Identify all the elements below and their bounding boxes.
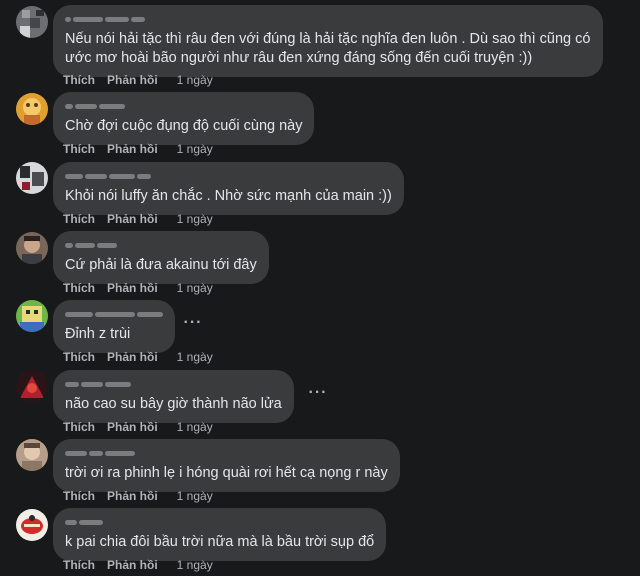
author-name-redacted[interactable]: [65, 239, 257, 251]
comment-actions: Thích Phản hồi 1 ngày: [63, 558, 213, 572]
comment-text: Đỉnh z trùi: [65, 326, 131, 342]
comment-actions: Thích Phản hồi 1 ngày: [63, 489, 213, 503]
reply-button[interactable]: Phản hồi: [107, 489, 158, 503]
reply-button[interactable]: Phản hồi: [107, 281, 158, 295]
like-button[interactable]: Thích: [63, 73, 95, 87]
comment-time[interactable]: 1 ngày: [177, 281, 213, 295]
comment-actions: Thích Phản hồi 1 ngày: [63, 350, 213, 364]
like-button[interactable]: Thích: [63, 558, 95, 572]
reply-button[interactable]: Phản hồi: [107, 350, 158, 364]
author-name-redacted[interactable]: [65, 447, 388, 459]
avatar[interactable]: [16, 93, 48, 125]
avatar[interactable]: [16, 162, 48, 194]
comment-time[interactable]: 1 ngày: [177, 489, 213, 503]
comment-bubble: k pai chia đôi bầu trời nữa mà là bầu tr…: [53, 508, 387, 561]
comment-time[interactable]: 1 ngày: [177, 420, 213, 434]
comment-time[interactable]: 1 ngày: [177, 73, 213, 87]
like-button[interactable]: Thích: [63, 350, 95, 364]
avatar[interactable]: [16, 300, 48, 332]
avatar[interactable]: [16, 439, 48, 471]
more-options-icon[interactable]: ···: [181, 313, 205, 333]
like-button[interactable]: Thích: [63, 489, 95, 503]
comment-actions: Thích Phản hồi 1 ngày: [63, 212, 213, 226]
author-name-redacted[interactable]: [65, 100, 302, 112]
avatar[interactable]: [16, 232, 48, 264]
avatar[interactable]: [16, 370, 48, 402]
comment-actions: Thích Phản hồi 1 ngày: [63, 73, 213, 87]
comment-actions: Thích Phản hồi 1 ngày: [63, 142, 213, 156]
comment-text: Cứ phải là đưa akainu tới đây: [65, 257, 257, 273]
like-button[interactable]: Thích: [63, 281, 95, 295]
comment-text: k pai chia đôi bầu trời nữa mà là bầu tr…: [65, 534, 375, 550]
comment-bubble: Khỏi nói luffy ăn chắc . Nhờ sức mạnh củ…: [53, 162, 404, 215]
comment-text: Chờ đợi cuộc đụng độ cuối cùng này: [65, 118, 303, 134]
comment-bubble: Chờ đợi cuộc đụng độ cuối cùng này: [53, 92, 315, 145]
reply-button[interactable]: Phản hồi: [107, 212, 158, 226]
comment-bubble: não cao su bây giờ thành não lửa: [53, 370, 294, 423]
like-button[interactable]: Thích: [63, 142, 95, 156]
reply-button[interactable]: Phản hồi: [107, 73, 158, 87]
reply-button[interactable]: Phản hồi: [107, 420, 158, 434]
author-name-redacted[interactable]: [65, 378, 282, 390]
more-options-icon[interactable]: ···: [306, 383, 330, 403]
author-name-redacted[interactable]: [65, 308, 163, 320]
reply-button[interactable]: Phản hồi: [107, 558, 158, 572]
comment-actions: Thích Phản hồi 1 ngày: [63, 281, 213, 295]
author-name-redacted[interactable]: [65, 170, 392, 182]
comment-time[interactable]: 1 ngày: [177, 350, 213, 364]
avatar[interactable]: [16, 6, 48, 38]
author-name-redacted[interactable]: [65, 516, 374, 528]
comment-text: não cao su bây giờ thành não lửa: [65, 396, 282, 412]
comment-bubble: Nếu nói hải tặc thì râu đen với đúng là …: [53, 5, 603, 77]
comment-bubble: Cứ phải là đưa akainu tới đây: [53, 231, 269, 284]
comment-text: trời ơi ra phinh lẹ i hóng quài rơi hết …: [65, 465, 388, 481]
comment-bubble: Đỉnh z trùi: [53, 300, 175, 353]
comment-time[interactable]: 1 ngày: [177, 212, 213, 226]
author-name-redacted[interactable]: [65, 13, 591, 25]
comment-actions: Thích Phản hồi 1 ngày: [63, 420, 213, 434]
like-button[interactable]: Thích: [63, 420, 95, 434]
like-button[interactable]: Thích: [63, 212, 95, 226]
comment-time[interactable]: 1 ngày: [177, 142, 213, 156]
comment-bubble: trời ơi ra phinh lẹ i hóng quài rơi hết …: [53, 439, 400, 492]
avatar[interactable]: [16, 509, 48, 541]
reply-button[interactable]: Phản hồi: [107, 142, 158, 156]
comment-time[interactable]: 1 ngày: [177, 558, 213, 572]
comment-text: Nếu nói hải tặc thì râu đen với đúng là …: [65, 31, 591, 66]
comment-text: Khỏi nói luffy ăn chắc . Nhờ sức mạnh củ…: [65, 188, 392, 204]
